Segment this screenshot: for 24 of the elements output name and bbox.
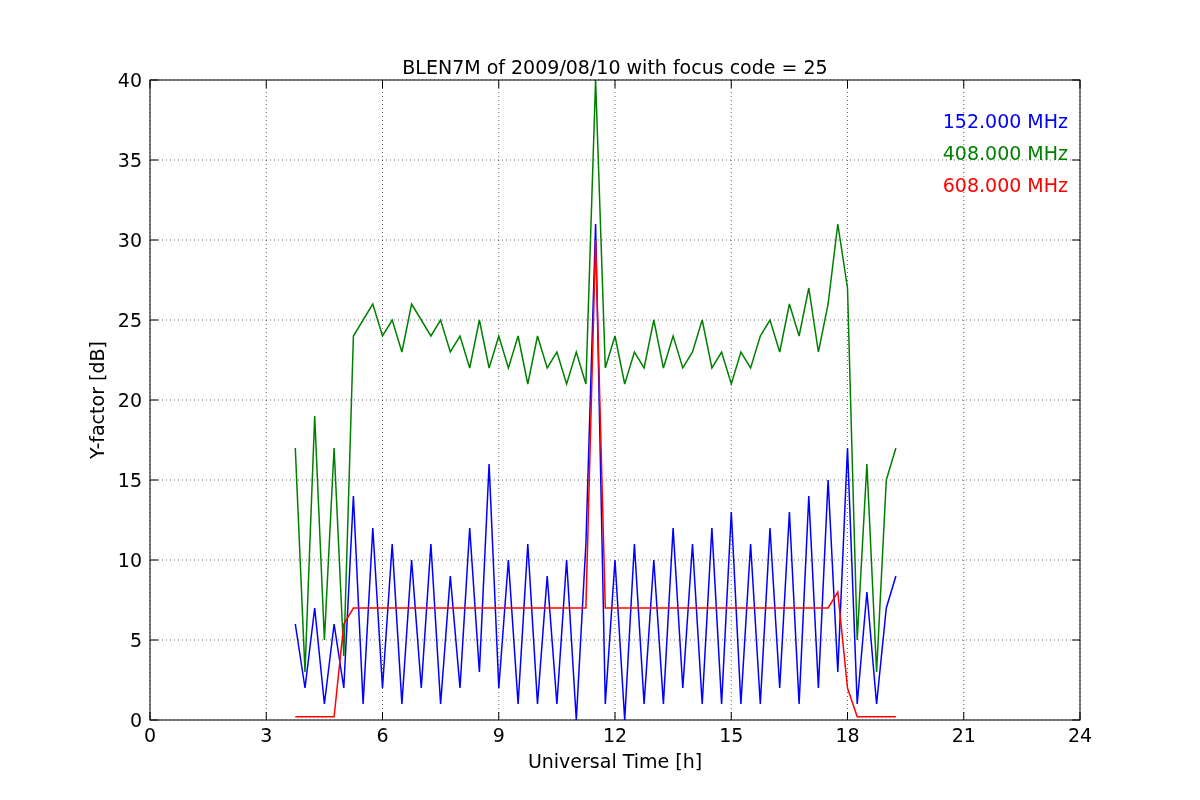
tick-label: 0 — [129, 709, 142, 731]
tick-label: 21 — [951, 724, 976, 746]
legend-label: 152.000 MHz — [942, 110, 1068, 132]
legend-label: 608.000 MHz — [942, 174, 1068, 196]
tick-label: 35 — [117, 149, 142, 171]
tick-label: 12 — [602, 724, 628, 746]
tick-label: 24 — [1067, 724, 1093, 746]
tick-label: 5 — [129, 629, 142, 651]
tick-label: 18 — [835, 724, 860, 746]
tick-label: 15 — [117, 469, 142, 491]
tick-label: 15 — [719, 724, 744, 746]
tick-label: 9 — [492, 724, 505, 746]
tick-label: 0 — [143, 724, 157, 746]
tick-label: 40 — [117, 69, 142, 91]
chart-title: BLEN7M of 2009/08/10 with focus code = 25 — [402, 56, 828, 78]
tick-label: 6 — [376, 724, 389, 746]
tick-label: 3 — [260, 724, 273, 746]
tick-label: 30 — [117, 229, 142, 251]
tick-label: 25 — [117, 309, 142, 331]
tick-label: 10 — [117, 549, 142, 571]
y-axis-label: Y-factor [dB] — [86, 341, 108, 459]
tick-label: 20 — [117, 389, 142, 411]
legend-label: 408.000 MHz — [942, 142, 1068, 164]
x-axis-label: Universal Time [h] — [527, 750, 703, 772]
